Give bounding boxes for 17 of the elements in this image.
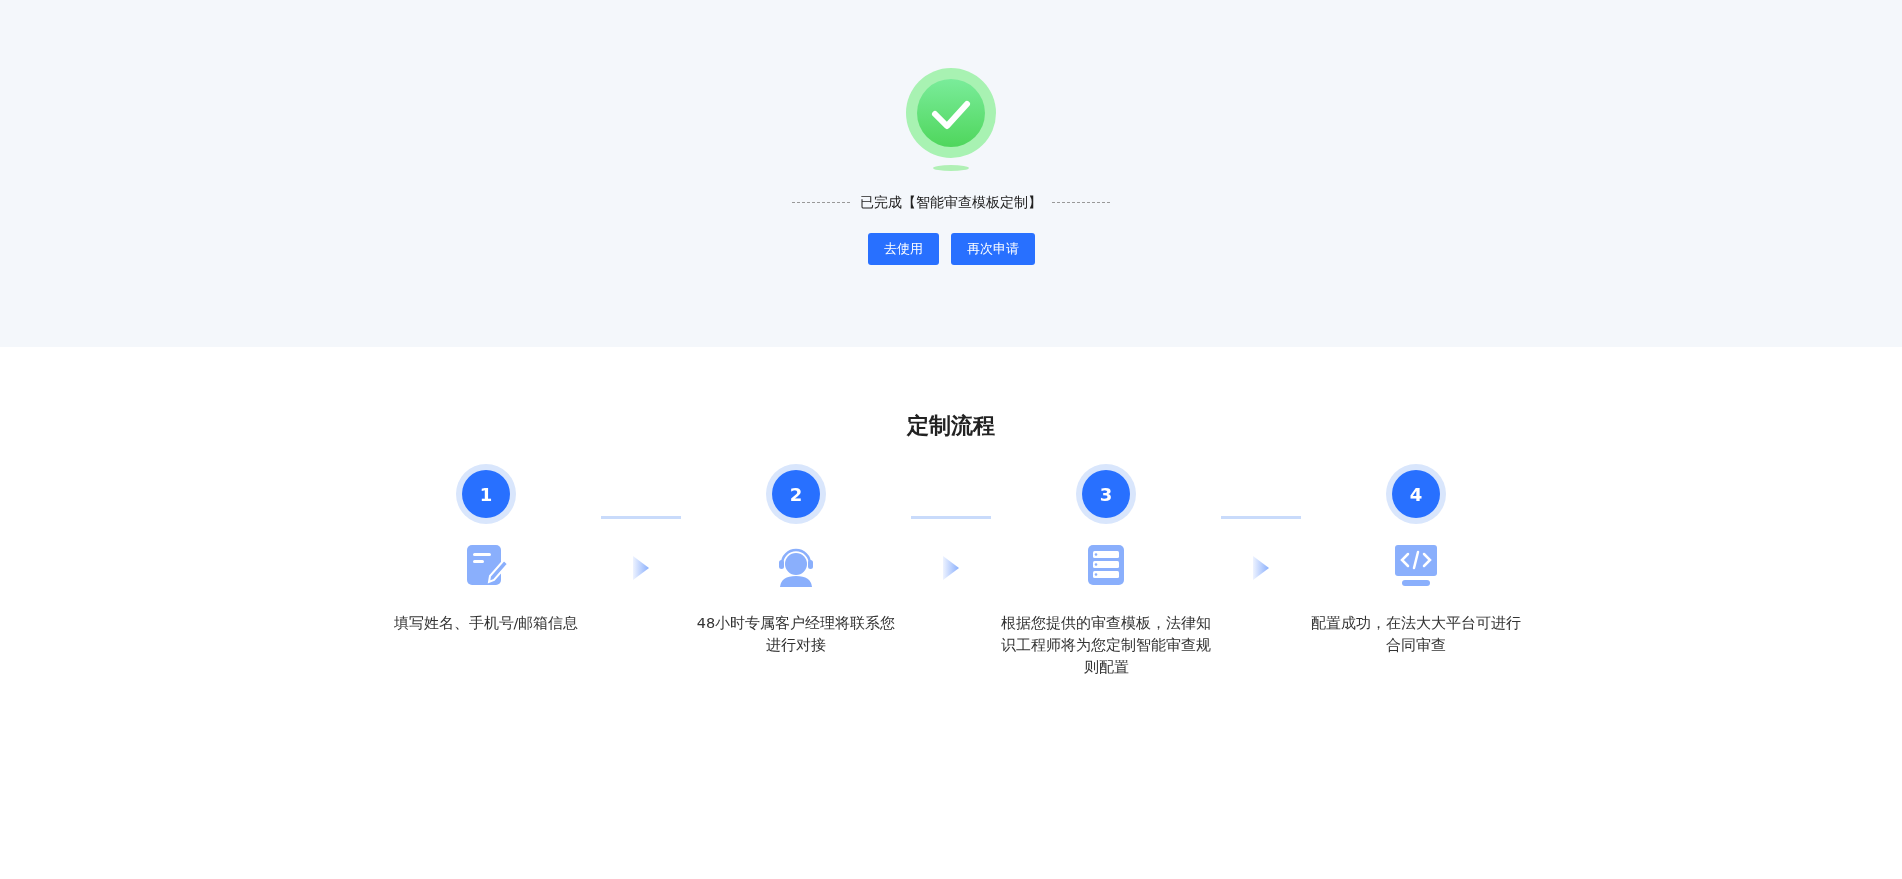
arrow-icon	[631, 555, 651, 581]
step-number: 2	[766, 464, 826, 524]
success-check-icon	[905, 68, 997, 172]
section-title: 定制流程	[905, 412, 996, 440]
arrow-icon	[1251, 555, 1271, 581]
step-description: 配置成功，在法大大平台可进行合同审查	[1310, 614, 1522, 655]
step-number: 1	[456, 464, 516, 524]
step-number: 4	[1386, 464, 1446, 524]
status-message: 已完成【智能审查模板定制】	[860, 193, 1042, 212]
step-description: 48小时专属客户经理将联系您进行对接	[695, 614, 897, 655]
arrow-icon	[941, 555, 961, 581]
step-number: 3	[1076, 464, 1136, 524]
step-description: 填写姓名、手机号/邮箱信息	[393, 614, 579, 633]
action-button[interactable]: 再次申请	[950, 233, 1035, 265]
code-monitor-icon	[1393, 542, 1439, 588]
step-description: 根据您提供的审查模板，法律知识工程师将为您定制智能审查规则配置	[1000, 614, 1212, 677]
action-button[interactable]: 去使用	[867, 233, 939, 265]
